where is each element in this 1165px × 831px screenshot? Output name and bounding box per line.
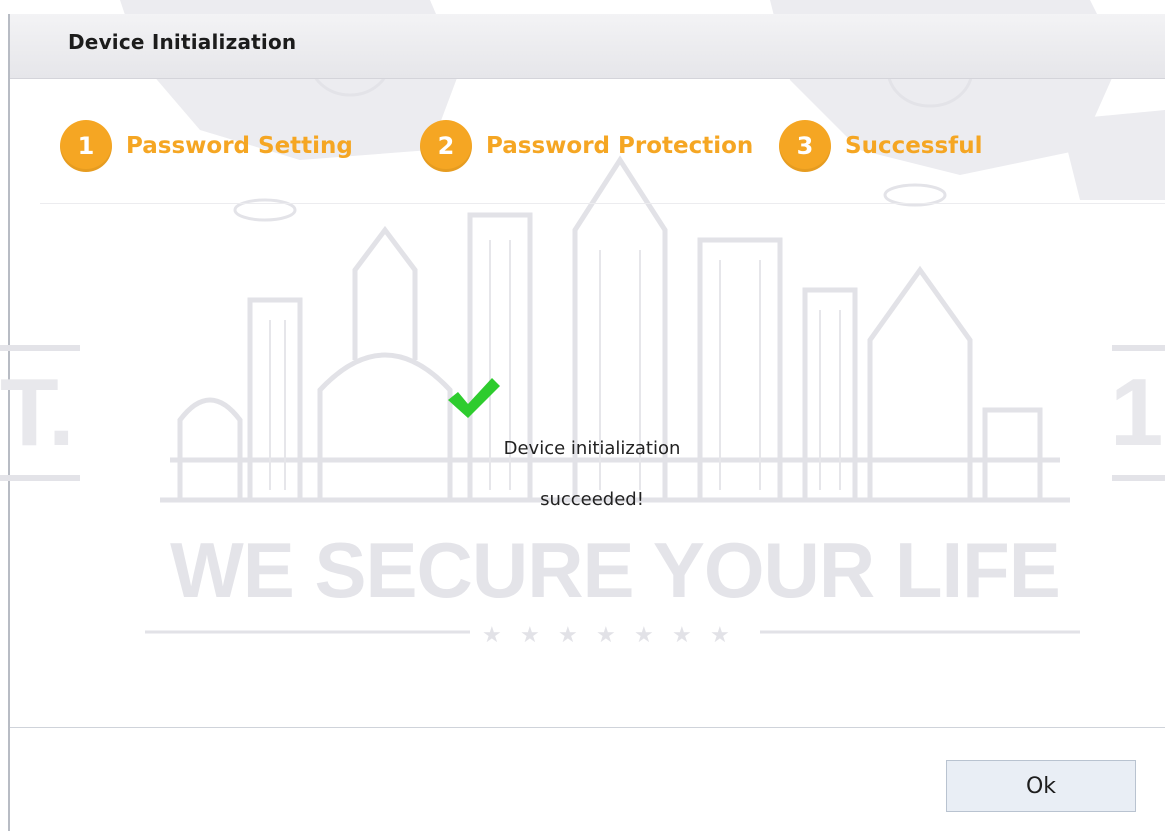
watermark-slogan: WE SECURE YOUR LIFE [170, 526, 1061, 614]
watermark-right-fragment: 15 [1110, 359, 1165, 466]
step-number-badge: 2 [420, 120, 472, 172]
success-message-line1: Device initialization [503, 438, 681, 459]
svg-text:★: ★ [634, 623, 654, 648]
svg-text:★: ★ [520, 623, 540, 648]
step-number-badge: 3 [779, 120, 831, 172]
step-successful: 3 Successful [779, 118, 982, 174]
svg-text:★: ★ [710, 623, 730, 648]
success-message-line2: succeeded! [540, 489, 644, 510]
step-password-setting: 1 Password Setting [60, 118, 353, 174]
step-label: Successful [845, 133, 983, 159]
svg-text:★: ★ [596, 623, 616, 648]
dialog-title: Device Initialization [68, 30, 297, 54]
dialog-titlebar[interactable]: Device Initialization [10, 14, 1165, 79]
step-password-protection: 2 Password Protection [420, 118, 753, 174]
checkmark-icon [448, 378, 500, 418]
step-number-badge: 1 [60, 120, 112, 172]
window-top-edge [0, 0, 1165, 14]
steps-divider [40, 203, 1165, 204]
watermark-left-fragment: T. [0, 359, 75, 466]
step-label: Password Protection [486, 133, 754, 159]
ok-button[interactable]: Ok [946, 760, 1136, 812]
svg-text:★: ★ [482, 623, 502, 648]
progress-steps: 1 Password Setting 2 Password Protection… [0, 118, 1165, 174]
svg-text:★: ★ [558, 623, 578, 648]
device-initialization-dialog: ★ ★ ★ ★ ★ ★ ★ WE SECURE YOUR LIFE T. 15 … [0, 0, 1165, 831]
svg-text:★: ★ [672, 623, 692, 648]
footer-divider [10, 727, 1165, 728]
step-label: Password Setting [126, 133, 353, 159]
